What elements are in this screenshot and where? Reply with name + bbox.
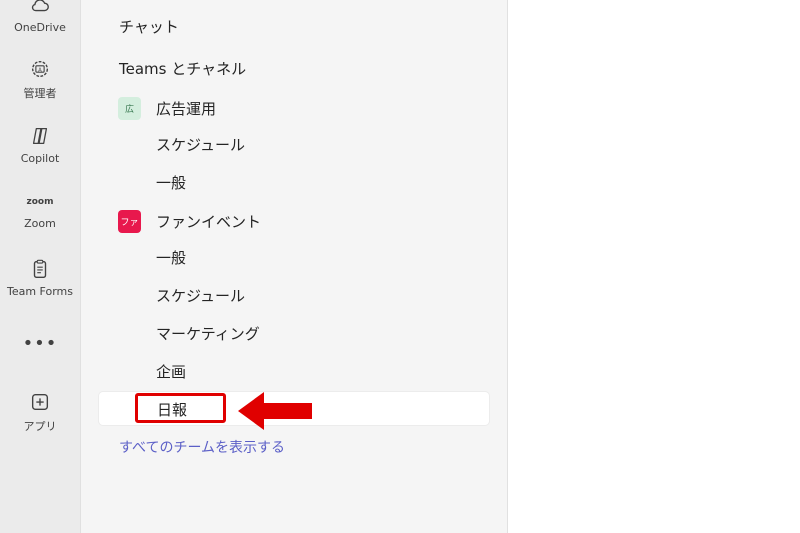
main-content-area — [508, 0, 800, 533]
team-row-fan-event[interactable]: ファ ファンイベント — [118, 209, 261, 233]
rail-label-apps: アプリ — [23, 420, 57, 433]
team-name: ファンイベント — [156, 212, 262, 231]
rail-label-zoom: Zoom — [24, 217, 56, 230]
zoom-logo-icon: zoom — [26, 197, 54, 207]
channel-item[interactable]: 企画 — [156, 361, 186, 382]
teams-channel-panel: チャット Teams とチャネル 広 広告運用 スケジュール 一般 ファ ファン… — [81, 0, 508, 533]
rail-label-copilot: Copilot — [20, 152, 60, 165]
rail-item-admin[interactable]: A 管理者 — [0, 58, 80, 101]
channel-item[interactable]: 一般 — [156, 247, 186, 268]
admin-gear-icon: A — [0, 58, 80, 82]
rail-more-button[interactable]: ••• — [0, 334, 80, 354]
channel-item[interactable]: マーケティング — [156, 323, 260, 344]
rail-item-zoom[interactable]: zoom Zoom — [0, 190, 80, 230]
cloud-icon — [0, 0, 80, 18]
svg-text:A: A — [38, 67, 42, 73]
rail-label-admin: 管理者 — [23, 87, 57, 100]
team-avatar: 広 — [118, 96, 141, 120]
add-apps-icon — [0, 391, 80, 415]
more-icon: ••• — [22, 333, 58, 354]
show-all-teams-link[interactable]: すべてのチームを表示する — [119, 437, 285, 457]
rail-item-onedrive[interactable]: OneDrive — [0, 0, 80, 34]
team-avatar: ファ — [118, 209, 141, 233]
team-row-ad-ops[interactable]: 広 広告運用 — [118, 96, 216, 120]
rail-label-onedrive: OneDrive — [14, 21, 66, 34]
clipboard-icon — [0, 258, 80, 282]
rail-item-apps[interactable]: アプリ — [0, 391, 80, 434]
rail-item-copilot[interactable]: Copilot — [0, 125, 80, 165]
app-rail: OneDrive A 管理者 Copilot zoom Zoom Team Fo… — [0, 0, 81, 533]
rail-label-team-forms: Team Forms — [6, 285, 73, 298]
channel-item[interactable]: スケジュール — [156, 285, 245, 306]
red-arrow-annotation-icon — [238, 392, 312, 430]
highlight-annotation-box — [135, 393, 226, 423]
team-name: 広告運用 — [156, 99, 217, 118]
copilot-icon — [0, 125, 80, 149]
channel-item[interactable]: スケジュール — [156, 134, 245, 155]
rail-item-team-forms[interactable]: Team Forms — [0, 258, 80, 298]
chat-section[interactable]: チャット — [119, 16, 179, 37]
channel-item[interactable]: 一般 — [156, 172, 186, 193]
teams-and-channels-heading[interactable]: Teams とチャネル — [119, 58, 246, 79]
